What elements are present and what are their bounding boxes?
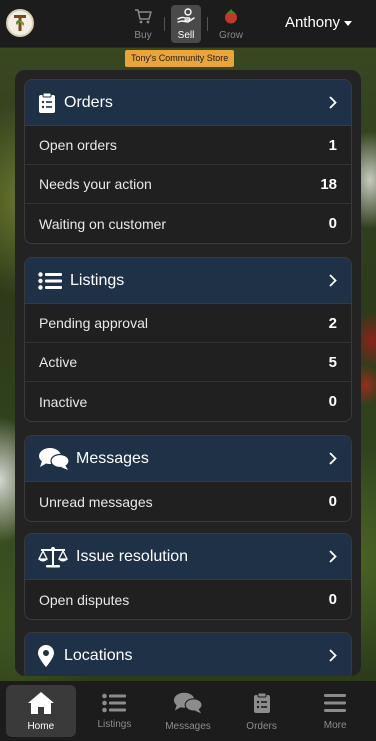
chevron-right-icon	[329, 452, 337, 470]
locations-title: Locations	[64, 646, 133, 664]
scale-icon	[38, 546, 76, 568]
chevron-right-icon	[329, 550, 337, 568]
store-name-badge[interactable]: Tony's Community Store	[125, 50, 235, 67]
row-label: Needs your action	[39, 176, 152, 192]
nav-home[interactable]: Home	[5, 685, 76, 737]
dashboard-panel: Orders Open orders 1 Needs your action 1…	[15, 70, 361, 676]
tomato-icon	[222, 8, 240, 27]
clipboard-icon	[253, 691, 271, 718]
list-item[interactable]: Needs your action 18	[25, 165, 351, 204]
locations-card: Locations	[24, 632, 352, 676]
row-value: 0	[328, 591, 337, 608]
row-value: 0	[328, 493, 337, 510]
list-item[interactable]: Pending approval 2	[25, 304, 351, 343]
hand-coin-icon	[177, 8, 195, 27]
nav-orders-label: Orders	[246, 720, 277, 732]
chevron-down-icon	[344, 21, 352, 26]
user-menu[interactable]: Anthony	[285, 14, 352, 31]
store-logo[interactable]	[6, 9, 34, 37]
list-item[interactable]: Inactive 0	[25, 382, 351, 421]
locations-card-header[interactable]: Locations	[25, 633, 351, 676]
mode-divider	[164, 17, 165, 31]
hamburger-icon	[323, 692, 347, 717]
home-icon	[27, 691, 55, 718]
row-label: Open disputes	[39, 591, 130, 608]
row-label: Unread messages	[39, 493, 153, 510]
row-value: 5	[328, 353, 337, 371]
user-name: Anthony	[284, 14, 340, 31]
nav-listings[interactable]: Listings	[79, 685, 149, 737]
row-label: Open orders	[39, 137, 117, 153]
messages-title: Messages	[76, 449, 149, 467]
listings-card: Listings Pending approval 2 Active 5 Ina…	[24, 257, 352, 422]
list-icon	[38, 271, 70, 290]
bottom-nav: Home Listings Messages Orders More	[0, 681, 376, 741]
chevron-right-icon	[329, 96, 337, 114]
row-value: 2	[328, 314, 337, 332]
row-label: Pending approval	[39, 315, 148, 331]
clipboard-icon	[38, 92, 64, 114]
cart-icon	[134, 8, 152, 27]
orders-title: Orders	[64, 93, 113, 111]
mode-grow-label: Grow	[219, 30, 243, 41]
row-value: 0	[328, 215, 337, 232]
messages-card-header[interactable]: Messages	[25, 436, 351, 482]
top-bar: Buy Sell Grow Anthony	[0, 0, 376, 48]
list-item[interactable]: Unread messages 0	[25, 482, 351, 521]
mode-buy-label: Buy	[134, 30, 152, 41]
issue-resolution-title: Issue resolution	[76, 547, 189, 565]
nav-orders[interactable]: Orders	[227, 685, 297, 737]
row-value: 0	[328, 393, 337, 410]
mode-divider	[207, 17, 208, 31]
chat-bubbles-icon	[173, 691, 203, 718]
mode-switcher: Buy Sell Grow	[128, 5, 248, 43]
nav-more[interactable]: More	[300, 685, 370, 737]
nav-home-label: Home	[27, 720, 55, 732]
map-pin-icon	[38, 644, 64, 667]
row-label: Waiting on customer	[39, 215, 167, 232]
chevron-right-icon	[329, 649, 337, 667]
mode-sell-label: Sell	[177, 30, 195, 41]
nav-more-label: More	[323, 719, 347, 731]
issue-resolution-card: Issue resolution Open disputes 0	[24, 533, 352, 620]
listings-title: Listings	[70, 271, 125, 289]
nav-messages[interactable]: Messages	[153, 685, 223, 737]
listings-card-header[interactable]: Listings	[25, 258, 351, 304]
list-item[interactable]: Waiting on customer 0	[25, 204, 351, 243]
list-item[interactable]: Active 5	[25, 343, 351, 382]
issue-resolution-card-header[interactable]: Issue resolution	[25, 534, 351, 580]
row-value: 18	[320, 175, 337, 193]
chevron-right-icon	[329, 274, 337, 292]
nav-listings-label: Listings	[97, 718, 132, 730]
row-value: 1	[328, 136, 337, 154]
mode-grow[interactable]: Grow	[214, 5, 248, 43]
list-item[interactable]: Open orders 1	[25, 126, 351, 165]
chat-bubbles-icon	[38, 447, 76, 471]
row-label: Active	[39, 354, 78, 370]
messages-card: Messages Unread messages 0	[24, 435, 352, 522]
nav-messages-label: Messages	[165, 720, 211, 732]
list-item[interactable]: Open disputes 0	[25, 580, 351, 619]
mode-sell[interactable]: Sell	[171, 5, 201, 43]
mode-buy[interactable]: Buy	[128, 5, 158, 43]
row-label: Inactive	[39, 393, 88, 410]
orders-card-header[interactable]: Orders	[25, 80, 351, 126]
list-icon	[102, 693, 127, 716]
orders-card: Orders Open orders 1 Needs your action 1…	[24, 79, 352, 244]
